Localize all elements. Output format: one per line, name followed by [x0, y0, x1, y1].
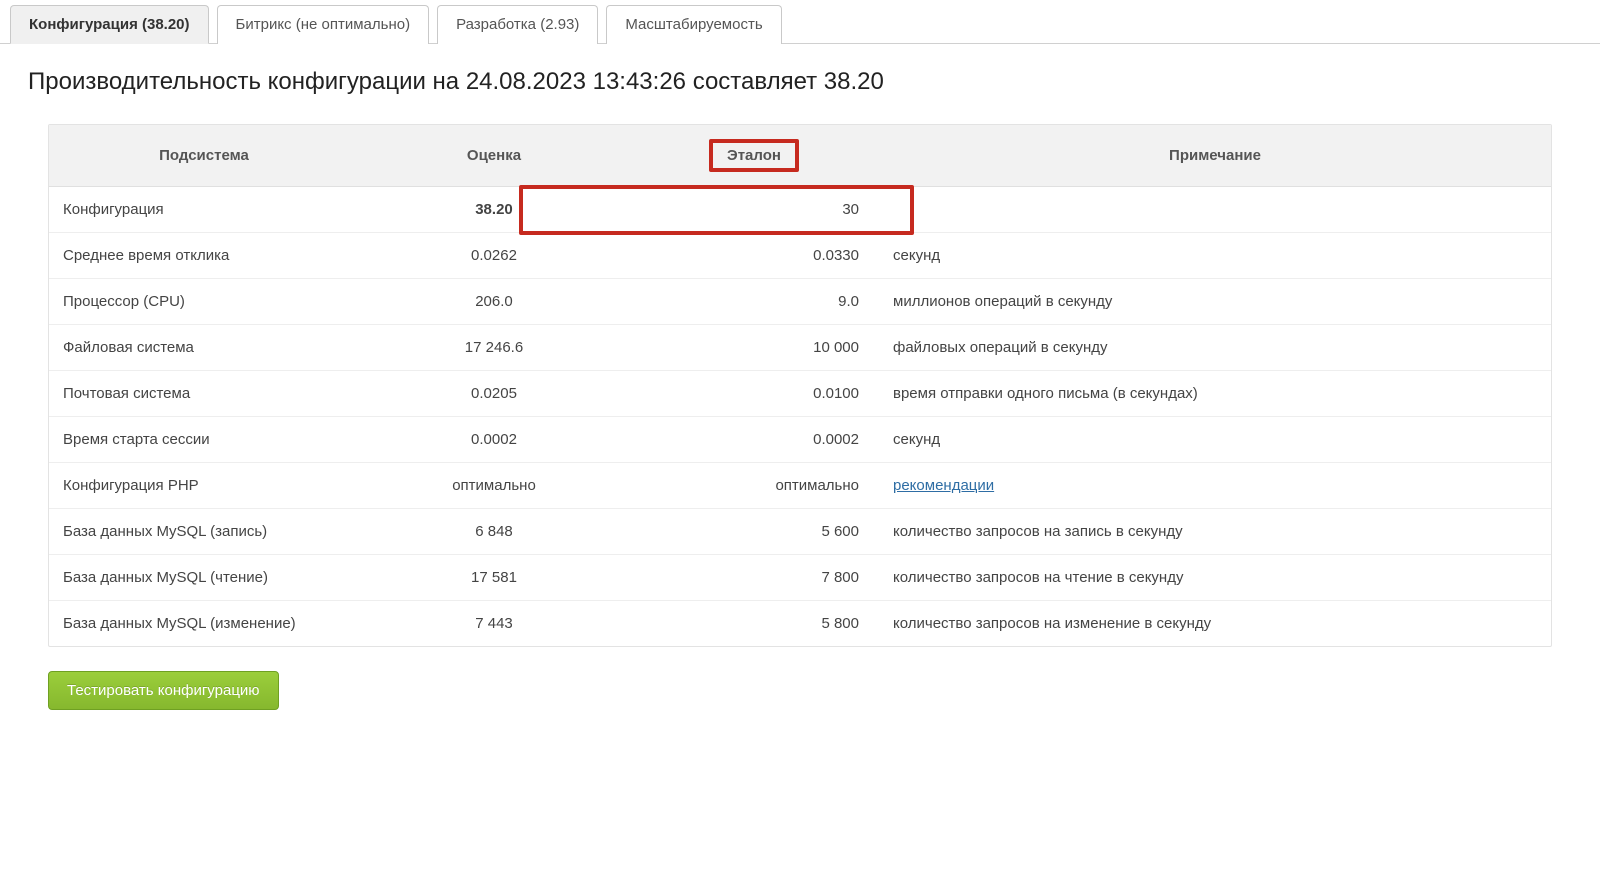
tabs-bar: Конфигурация (38.20) Битрикс (не оптимал…: [0, 0, 1600, 44]
cell-score: 0.0002: [359, 417, 629, 463]
cell-reference: 10 000: [629, 325, 879, 371]
table-row: Файловая система17 246.610 000файловых о…: [49, 325, 1551, 371]
tab-development[interactable]: Разработка (2.93): [437, 5, 598, 44]
cell-subsystem: Время старта сессии: [49, 417, 359, 463]
table-row: Среднее время отклика0.02620.0330секунд: [49, 233, 1551, 279]
header-reference: Эталон: [629, 125, 879, 187]
cell-note: секунд: [879, 233, 1551, 279]
cell-score: 0.0262: [359, 233, 629, 279]
cell-reference: 0.0002: [629, 417, 879, 463]
cell-reference: 0.0100: [629, 371, 879, 417]
cell-subsystem: Среднее время отклика: [49, 233, 359, 279]
tab-bitrix[interactable]: Битрикс (не оптимально): [217, 5, 430, 44]
cell-note: секунд: [879, 417, 1551, 463]
header-score: Оценка: [359, 125, 629, 187]
cell-subsystem: База данных MySQL (изменение): [49, 601, 359, 647]
cell-note: время отправки одного письма (в секундах…: [879, 371, 1551, 417]
content-area: Производительность конфигурации на 24.08…: [0, 44, 1600, 744]
cell-score: оптимально: [359, 463, 629, 509]
cell-reference: 30: [629, 187, 879, 233]
cell-score: 206.0: [359, 279, 629, 325]
cell-reference: 5 800: [629, 601, 879, 647]
table-header-row: Подсистема Оценка Эталон Примечание: [49, 125, 1551, 187]
cell-note: количество запросов на запись в секунду: [879, 509, 1551, 555]
cell-reference: оптимально: [629, 463, 879, 509]
header-subsystem: Подсистема: [49, 125, 359, 187]
cell-subsystem: Конфигурация: [49, 187, 359, 233]
table-row: База данных MySQL (чтение)17 5817 800кол…: [49, 555, 1551, 601]
table-row: Конфигурация38.2030: [49, 187, 1551, 233]
cell-reference: 7 800: [629, 555, 879, 601]
cell-note: файловых операций в секунду: [879, 325, 1551, 371]
cell-subsystem: База данных MySQL (запись): [49, 509, 359, 555]
cell-score: 38.20: [359, 187, 629, 233]
cell-subsystem: Процессор (CPU): [49, 279, 359, 325]
table-row: Почтовая система0.02050.0100время отправ…: [49, 371, 1551, 417]
cell-note: количество запросов на изменение в секун…: [879, 601, 1551, 647]
cell-note: [879, 187, 1551, 233]
cell-score: 6 848: [359, 509, 629, 555]
cell-subsystem: Конфигурация PHP: [49, 463, 359, 509]
cell-reference: 9.0: [629, 279, 879, 325]
cell-score: 7 443: [359, 601, 629, 647]
table-row: Конфигурация PHPоптимальнооптимальнореко…: [49, 463, 1551, 509]
page-title: Производительность конфигурации на 24.08…: [28, 68, 1572, 96]
cell-subsystem: База данных MySQL (чтение): [49, 555, 359, 601]
performance-table: Подсистема Оценка Эталон Примечание Конф…: [49, 125, 1551, 646]
cell-note: количество запросов на чтение в секунду: [879, 555, 1551, 601]
cell-score: 17 581: [359, 555, 629, 601]
cell-note: рекомендации: [879, 463, 1551, 509]
cell-reference: 5 600: [629, 509, 879, 555]
recommendations-link[interactable]: рекомендации: [893, 477, 994, 494]
table-row: Процессор (CPU)206.09.0миллионов операци…: [49, 279, 1551, 325]
table-row: База данных MySQL (запись)6 8485 600коли…: [49, 509, 1551, 555]
table-body: Конфигурация38.2030Среднее время отклика…: [49, 187, 1551, 647]
performance-table-wrap: Подсистема Оценка Эталон Примечание Конф…: [48, 124, 1552, 647]
cell-note: миллионов операций в секунду: [879, 279, 1551, 325]
cell-score: 0.0205: [359, 371, 629, 417]
table-row: База данных MySQL (изменение)7 4435 800к…: [49, 601, 1551, 647]
cell-subsystem: Почтовая система: [49, 371, 359, 417]
header-note: Примечание: [879, 125, 1551, 187]
cell-subsystem: Файловая система: [49, 325, 359, 371]
tab-scalability[interactable]: Масштабируемость: [606, 5, 781, 44]
cell-score: 17 246.6: [359, 325, 629, 371]
header-reference-highlight: Эталон: [709, 139, 799, 172]
table-row: Время старта сессии0.00020.0002секунд: [49, 417, 1551, 463]
cell-reference: 0.0330: [629, 233, 879, 279]
test-configuration-button[interactable]: Тестировать конфигурацию: [48, 671, 279, 710]
tab-configuration[interactable]: Конфигурация (38.20): [10, 5, 209, 44]
